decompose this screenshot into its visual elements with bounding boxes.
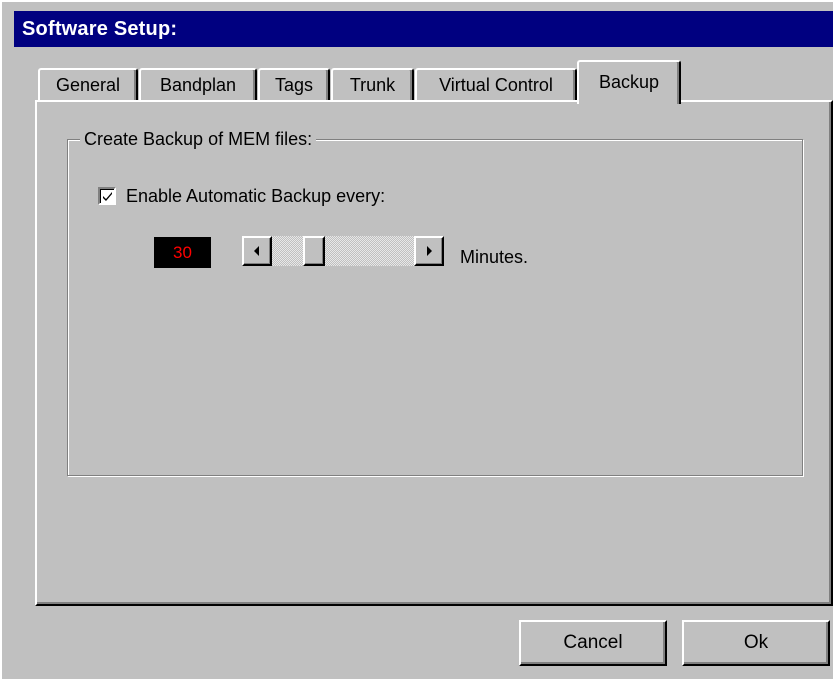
interval-scrollbar[interactable] bbox=[242, 236, 444, 266]
ok-button[interactable]: Ok bbox=[682, 620, 830, 666]
enable-backup-checkbox[interactable] bbox=[98, 187, 116, 205]
arrow-right-icon bbox=[427, 246, 432, 256]
checkmark-icon bbox=[103, 192, 112, 201]
setup-window: Software Setup: General Bandplan Tags Tr… bbox=[0, 0, 833, 679]
scroll-thumb[interactable] bbox=[303, 236, 325, 266]
groupbox-label: Create Backup of MEM files: bbox=[80, 128, 317, 150]
tab-bandplan[interactable]: Bandplan bbox=[139, 68, 257, 102]
tab-backup[interactable]: Backup bbox=[577, 60, 681, 104]
scroll-right-button[interactable] bbox=[414, 236, 444, 266]
cancel-button[interactable]: Cancel bbox=[519, 620, 667, 666]
scroll-left-button[interactable] bbox=[242, 236, 272, 266]
tab-general[interactable]: General bbox=[38, 68, 138, 102]
interval-display: 30 bbox=[154, 237, 211, 268]
tab-tags[interactable]: Tags bbox=[258, 68, 330, 102]
window-title: Software Setup: bbox=[14, 11, 833, 47]
tab-trunk[interactable]: Trunk bbox=[331, 68, 414, 102]
arrow-left-icon bbox=[254, 246, 259, 256]
enable-backup-label: Enable Automatic Backup every: bbox=[126, 186, 386, 206]
enable-backup-row[interactable]: Enable Automatic Backup every: bbox=[98, 185, 385, 207]
tab-virtual-control[interactable]: Virtual Control bbox=[415, 68, 577, 102]
minutes-label: Minutes. bbox=[460, 247, 529, 267]
